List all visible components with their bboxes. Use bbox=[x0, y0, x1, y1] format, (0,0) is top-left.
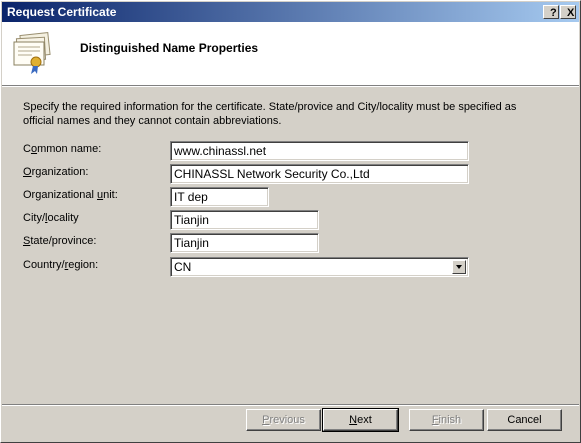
finish-button[interactable]: Finish bbox=[409, 409, 484, 431]
org-unit-label: Organizational unit: bbox=[23, 189, 118, 201]
help-button[interactable]: ? bbox=[543, 5, 559, 19]
title-bar[interactable]: Request Certificate ? X bbox=[2, 2, 579, 22]
chevron-down-icon[interactable] bbox=[452, 260, 466, 274]
state-input[interactable]: Tianjin bbox=[170, 233, 319, 253]
instructions-text: Specify the required information for the… bbox=[23, 101, 517, 127]
state-label: State/province: bbox=[23, 235, 97, 247]
city-input[interactable]: Tianjin bbox=[170, 210, 319, 230]
window-title: Request Certificate bbox=[7, 5, 117, 19]
organization-input[interactable]: CHINASSL Network Security Co.,Ltd bbox=[170, 164, 469, 184]
organization-label: Organization: bbox=[23, 166, 89, 178]
city-label: City/locality bbox=[23, 212, 79, 224]
cancel-button[interactable]: Cancel bbox=[487, 409, 562, 431]
previous-button[interactable]: Previous bbox=[246, 409, 321, 431]
page-heading: Distinguished Name Properties bbox=[80, 41, 259, 55]
country-label: Country/region: bbox=[23, 259, 99, 271]
country-selected-value: CN bbox=[174, 260, 192, 274]
country-select[interactable]: CN bbox=[170, 257, 469, 277]
close-button[interactable]: X bbox=[560, 5, 576, 19]
wizard-header: Distinguished Name Properties bbox=[2, 22, 579, 86]
certificate-icon bbox=[13, 32, 51, 74]
request-certificate-dialog: Request Certificate ? X Distinguished Na… bbox=[0, 0, 581, 443]
common-name-label: Common name: bbox=[23, 143, 102, 155]
header-divider bbox=[2, 86, 579, 87]
common-name-input[interactable]: www.chinassl.net bbox=[170, 141, 469, 161]
org-unit-input[interactable]: IT dep bbox=[170, 187, 269, 207]
next-button[interactable]: Next bbox=[322, 408, 399, 432]
footer-divider-highlight bbox=[2, 405, 579, 406]
